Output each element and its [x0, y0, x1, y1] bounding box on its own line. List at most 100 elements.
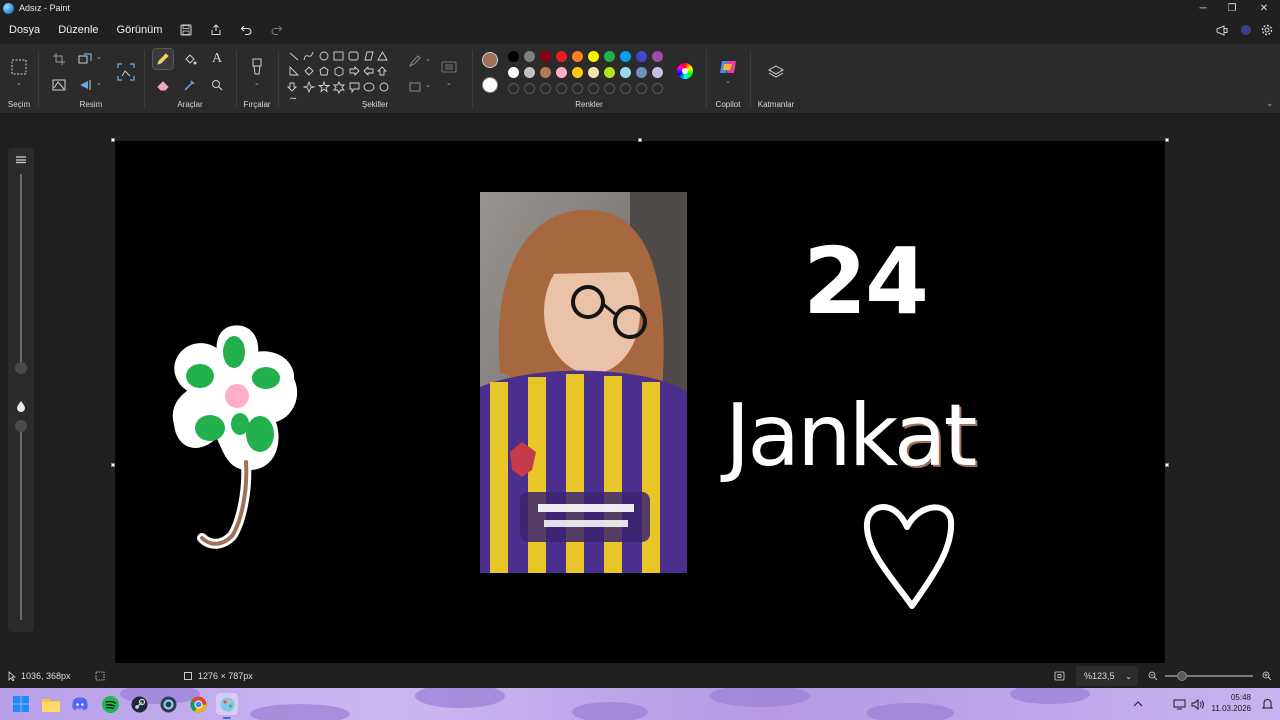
palette-color-swatch[interactable] — [556, 67, 567, 78]
palette-color-swatch[interactable] — [620, 51, 631, 62]
line-width-chevron-down-icon[interactable]: ⌄ — [446, 79, 452, 87]
edit-colors-icon[interactable] — [674, 60, 696, 82]
line-width-icon[interactable] — [438, 56, 460, 78]
fill-bucket-icon[interactable] — [179, 48, 201, 70]
resize-handle-top[interactable] — [638, 138, 642, 142]
menu-view[interactable]: Görünüm — [108, 16, 172, 44]
primary-color-swatch[interactable] — [482, 52, 498, 68]
eraser-icon[interactable] — [152, 74, 174, 96]
undo-icon[interactable] — [231, 16, 261, 44]
paint-taskbar-icon[interactable] — [216, 693, 238, 715]
palette-color-swatch[interactable] — [524, 67, 535, 78]
settings-gear-icon[interactable] — [1255, 16, 1279, 44]
palette-color-swatch[interactable] — [588, 51, 599, 62]
brushes-chevron-down-icon[interactable]: ⌄ — [254, 79, 260, 87]
selection-chevron-down-icon[interactable]: ⌄ — [16, 79, 22, 87]
select-rectangle-icon[interactable] — [8, 55, 30, 79]
menu-file[interactable]: Dosya — [0, 16, 49, 44]
shape-outline-icon[interactable] — [404, 50, 426, 72]
file-explorer-icon[interactable] — [40, 693, 62, 715]
resize-handle-top-left[interactable] — [111, 138, 115, 142]
start-windows-icon[interactable] — [10, 693, 32, 715]
drawing-canvas[interactable]: 24 Jankat — [115, 141, 1165, 663]
shapes-gallery[interactable] — [286, 48, 402, 104]
tray-chevron-up-icon[interactable] — [1127, 693, 1149, 715]
palette-color-swatch[interactable] — [636, 67, 647, 78]
palette-color-swatch[interactable] — [556, 51, 567, 62]
palette-color-swatch[interactable] — [572, 67, 583, 78]
text-tool-icon[interactable]: A — [206, 48, 228, 70]
custom-color-slot[interactable] — [508, 83, 519, 94]
fill-chevron-down-icon[interactable]: ⌄ — [425, 81, 431, 89]
fit-to-window-icon[interactable] — [1054, 664, 1065, 688]
palette-color-swatch[interactable] — [652, 67, 663, 78]
copilot-icon[interactable] — [717, 56, 739, 78]
browser-icon[interactable] — [157, 693, 179, 715]
custom-color-slot[interactable] — [604, 83, 615, 94]
custom-color-slot[interactable] — [588, 83, 599, 94]
opacity-slider-thumb[interactable] — [15, 420, 27, 432]
resize-chevron-down-icon[interactable]: ⌄ — [96, 53, 102, 61]
pencil-icon[interactable] — [152, 48, 174, 70]
taskbar-clock[interactable]: 05:48 11.03.2026 — [1212, 692, 1251, 714]
palette-color-swatch[interactable] — [604, 51, 615, 62]
palette-color-swatch[interactable] — [572, 51, 583, 62]
remove-background-icon[interactable] — [114, 60, 138, 84]
palette-color-swatch[interactable] — [604, 67, 615, 78]
close-button[interactable]: ✕ — [1248, 0, 1280, 16]
whats-new-icon[interactable] — [1210, 16, 1234, 44]
discord-icon[interactable] — [69, 693, 91, 715]
palette-color-swatch[interactable] — [540, 67, 551, 78]
custom-color-slot[interactable] — [556, 83, 567, 94]
share-icon[interactable] — [201, 16, 231, 44]
chrome-icon[interactable] — [187, 693, 209, 715]
brush-icon[interactable] — [246, 55, 268, 79]
brush-size-slider-track[interactable] — [20, 174, 22, 368]
opacity-slider-track[interactable] — [20, 420, 22, 620]
layers-icon[interactable] — [765, 61, 787, 83]
zoom-out-icon[interactable] — [1148, 664, 1158, 688]
custom-color-slot[interactable] — [572, 83, 583, 94]
menu-edit[interactable]: Düzenle — [49, 16, 107, 44]
custom-color-slot[interactable] — [636, 83, 647, 94]
zoom-slider[interactable] — [1165, 664, 1253, 688]
steam-icon[interactable] — [128, 693, 150, 715]
magnifier-icon[interactable] — [206, 74, 228, 96]
outline-chevron-down-icon[interactable]: ⌄ — [425, 55, 431, 63]
restore-button[interactable]: ❐ — [1216, 0, 1248, 16]
palette-color-swatch[interactable] — [524, 51, 535, 62]
pasted-photo[interactable] — [480, 192, 687, 573]
image-filter-icon[interactable] — [48, 74, 70, 96]
resize-handle-top-right[interactable] — [1165, 138, 1169, 142]
resize-icon[interactable] — [74, 48, 96, 70]
palette-color-swatch[interactable] — [508, 51, 519, 62]
copilot-chevron-down-icon[interactable]: ⌄ — [725, 77, 731, 85]
zoom-in-icon[interactable] — [1262, 664, 1272, 688]
palette-color-swatch[interactable] — [508, 67, 519, 78]
palette-color-swatch[interactable] — [636, 51, 647, 62]
palette-color-swatch[interactable] — [588, 67, 599, 78]
secondary-color-swatch[interactable] — [482, 77, 498, 93]
resize-handle-right[interactable] — [1165, 463, 1169, 467]
rotate-icon[interactable] — [74, 74, 96, 96]
vertical-scrollbar[interactable] — [1272, 114, 1280, 664]
palette-color-swatch[interactable] — [540, 51, 551, 62]
shape-fill-icon[interactable] — [404, 76, 426, 98]
rotate-chevron-down-icon[interactable]: ⌄ — [96, 79, 102, 87]
spotify-icon[interactable] — [99, 693, 121, 715]
zoom-slider-thumb[interactable] — [1177, 671, 1187, 681]
notification-bell-icon[interactable] — [1256, 693, 1278, 715]
palette-color-swatch[interactable] — [620, 67, 631, 78]
palette-color-swatch[interactable] — [652, 51, 663, 62]
ribbon-collapse-icon[interactable]: ⌄ — [1266, 98, 1274, 109]
resize-handle-left[interactable] — [111, 463, 115, 467]
save-icon[interactable] — [171, 16, 201, 44]
custom-color-slot[interactable] — [620, 83, 631, 94]
brush-size-slider-thumb[interactable] — [15, 362, 27, 374]
redo-icon[interactable] — [261, 16, 291, 44]
custom-color-slot[interactable] — [652, 83, 663, 94]
zoom-select[interactable]: %123,5 ⌄ — [1076, 666, 1138, 686]
minimize-button[interactable]: ─ — [1187, 0, 1219, 16]
color-picker-icon[interactable] — [179, 74, 201, 96]
crop-icon[interactable] — [48, 48, 70, 70]
